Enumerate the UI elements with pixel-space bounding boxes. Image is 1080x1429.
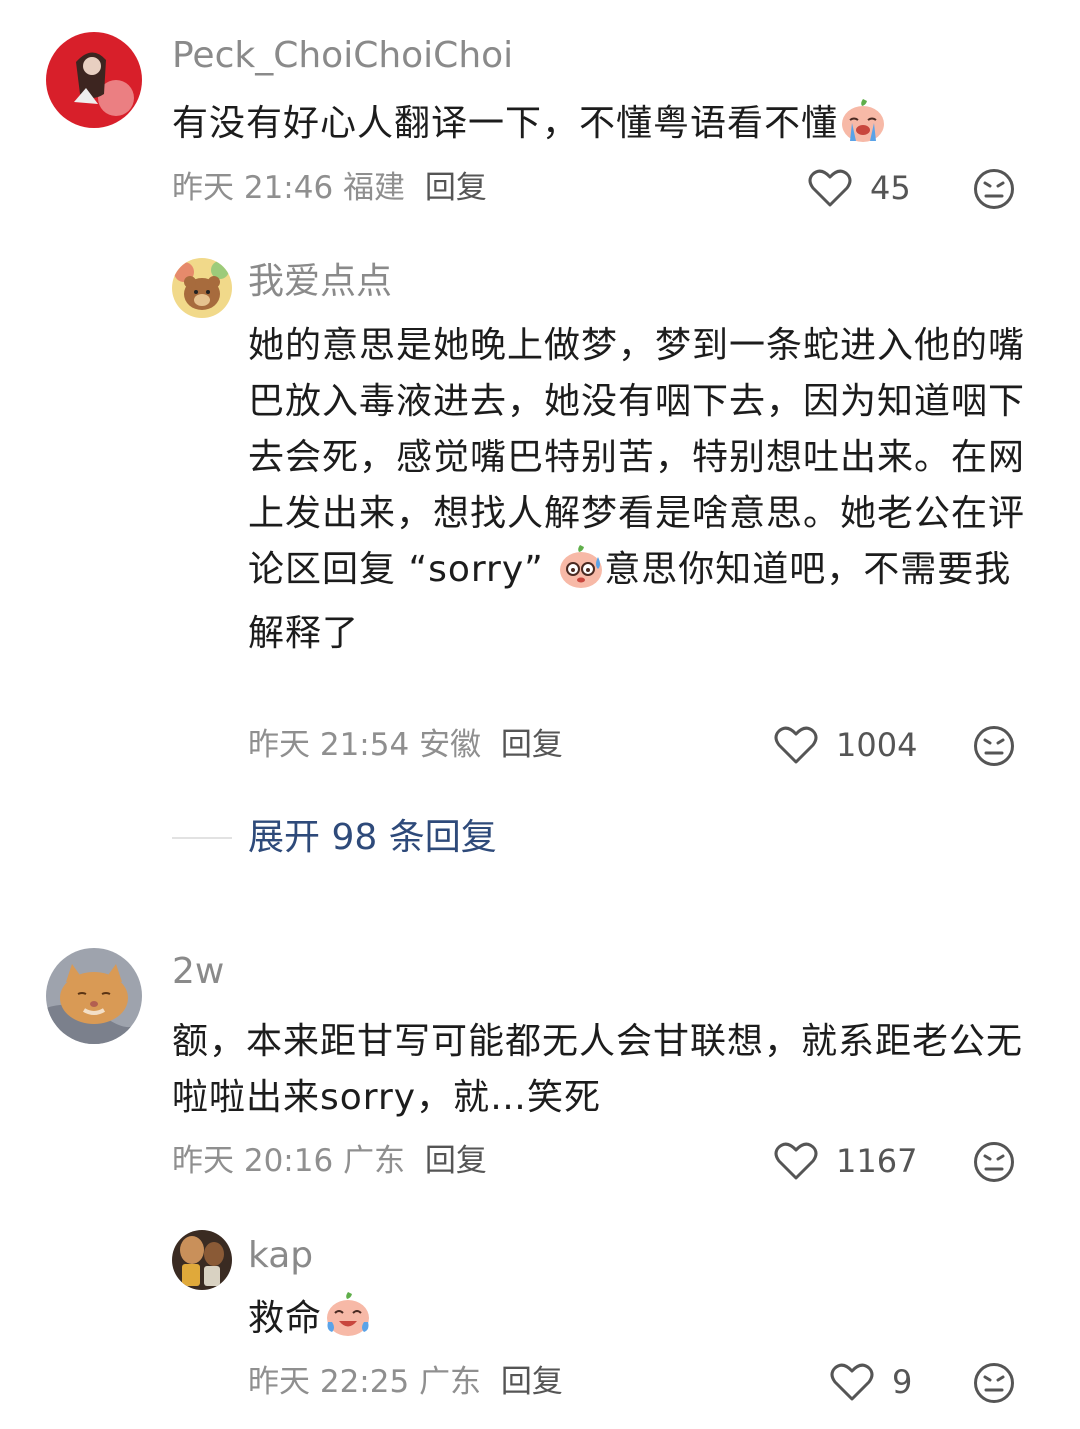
avatar[interactable] <box>46 32 142 128</box>
location: 广东 <box>419 1364 482 1400</box>
like-count: 1167 <box>836 1142 918 1180</box>
comment-meta: 昨天 21:46 福建 回复 <box>172 168 487 208</box>
comment-meta: 昨天 22:25 广东 回复 <box>248 1362 563 1402</box>
timestamp: 昨天 21:54 <box>248 727 410 763</box>
comment-meta: 昨天 21:54 安徽 回复 <box>248 725 563 765</box>
sweating-face-emoji <box>558 545 604 606</box>
like-button[interactable]: 9 <box>830 1362 912 1402</box>
comment-text: 额，本来距甘写可能都无人会甘联想，就系距老公无啦啦出来sorry，就…笑死 <box>172 1014 1032 1126</box>
comment-text-body: 有没有好心人翻译一下，不懂粤语看不懂 <box>172 103 839 144</box>
reply-button[interactable]: 回复 <box>425 1143 487 1179</box>
like-count: 9 <box>892 1363 913 1401</box>
reply-button[interactable]: 回复 <box>501 727 563 763</box>
crying-laughing-face-emoji <box>324 1292 372 1355</box>
dislike-button[interactable] <box>973 1141 1015 1187</box>
timestamp: 昨天 22:25 <box>248 1364 410 1400</box>
avatar[interactable] <box>46 948 142 1044</box>
heart-outline-icon <box>774 726 818 764</box>
unhappy-face-icon <box>974 1142 1014 1182</box>
username[interactable]: 2w <box>172 950 224 994</box>
unhappy-face-icon <box>974 726 1014 766</box>
comment-text: 她的意思是她晚上做梦，梦到一条蛇进入他的嘴巴放入毒液进去，她没有咽下去，因为知道… <box>248 318 1038 662</box>
comment-text-body: 救命 <box>248 1298 323 1339</box>
divider-line <box>172 837 232 839</box>
expand-replies-label: 展开 98 条回复 <box>248 817 497 858</box>
like-button[interactable]: 1167 <box>774 1141 917 1181</box>
comment-text-body: 额，本来距甘写可能都无人会甘联想，就系距老公无啦啦出来sorry，就…笑死 <box>172 1021 1024 1118</box>
dislike-button[interactable] <box>973 168 1015 214</box>
like-count: 1004 <box>836 726 918 764</box>
unhappy-face-icon <box>974 1363 1014 1403</box>
heart-outline-icon <box>774 1142 818 1180</box>
like-button[interactable]: 45 <box>808 168 911 208</box>
reply-button[interactable]: 回复 <box>501 1364 563 1400</box>
username[interactable]: Peck_ChoiChoiChoi <box>172 34 513 78</box>
username[interactable]: 我爱点点 <box>248 260 392 304</box>
expand-replies-button[interactable]: 展开 98 条回复 <box>172 816 497 860</box>
timestamp: 昨天 21:46 <box>172 170 334 206</box>
location: 广东 <box>343 1143 406 1179</box>
comment-text: 有没有好心人翻译一下，不懂粤语看不懂 <box>172 96 1032 160</box>
location: 福建 <box>343 170 406 206</box>
unhappy-face-icon <box>974 169 1014 209</box>
location: 安徽 <box>419 727 482 763</box>
heart-outline-icon <box>830 1363 874 1401</box>
comment-meta: 昨天 20:16 广东 回复 <box>172 1141 487 1181</box>
crying-face-emoji <box>840 99 886 160</box>
dislike-button[interactable] <box>973 725 1015 771</box>
avatar[interactable] <box>172 1230 232 1290</box>
like-count: 45 <box>870 169 911 207</box>
reply-button[interactable]: 回复 <box>425 170 487 206</box>
timestamp: 昨天 20:16 <box>172 1143 334 1179</box>
heart-outline-icon <box>808 169 852 207</box>
like-button[interactable]: 1004 <box>774 725 917 765</box>
comment-text: 救命 <box>248 1291 1038 1355</box>
dislike-button[interactable] <box>973 1362 1015 1408</box>
username[interactable]: kap <box>248 1234 313 1278</box>
avatar[interactable] <box>172 258 232 318</box>
